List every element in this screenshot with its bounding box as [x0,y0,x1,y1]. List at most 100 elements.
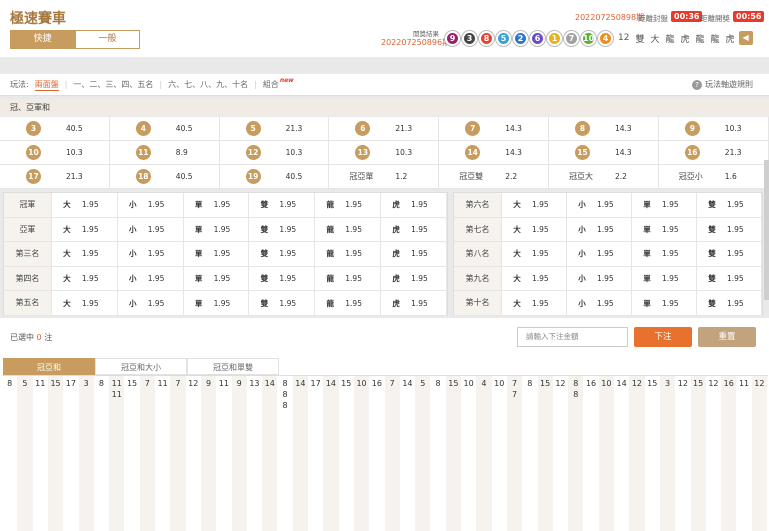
road-value: 11 [738,379,750,388]
road-column: 15 [47,376,64,531]
bet-name: 小 [128,224,137,234]
sum-cell[interactable]: 14 14.3 [439,141,549,165]
bet-odds: 1.95 [662,249,679,259]
bet-cell[interactable]: 大 1.95 [52,266,118,291]
bet-cell[interactable]: 小 1.95 [118,291,184,315]
bet-cell[interactable]: 單 1.95 [632,242,697,266]
bet-cell[interactable]: 雙 1.95 [249,217,316,242]
bet-cell[interactable]: 雙 1.95 [697,266,762,291]
mode-tab-normal[interactable]: 一般 [75,30,140,49]
sum-cell[interactable]: 12 10.3 [219,141,330,165]
sum-cell[interactable]: 8 14.3 [549,117,659,141]
bet-cell[interactable]: 小 1.95 [567,242,632,266]
bet-cell[interactable]: 龍 1.95 [315,242,382,266]
road-tab-size[interactable]: 冠亞和大小 [95,358,187,375]
bet-cell[interactable]: 單 1.95 [184,193,250,217]
sum-cell[interactable]: 4 40.5 [109,117,220,141]
bet-cell[interactable]: 大 1.95 [52,217,118,242]
bet-cell[interactable]: 雙 1.95 [697,242,762,266]
sum-cell[interactable]: 18 40.5 [109,165,220,189]
bet-cell[interactable]: 大 1.95 [502,193,567,217]
bet-cell[interactable]: 小 1.95 [567,193,632,217]
bet-odds: 1.95 [411,249,428,259]
scrollbar[interactable] [764,160,769,300]
sum-cell[interactable]: 冠亞單 1.2 [329,165,440,189]
bet-cell[interactable]: 小 1.95 [118,242,184,266]
road-value: 16 [371,379,382,388]
road-tab-sum[interactable]: 冠亞和 [3,358,95,375]
bet-cell[interactable]: 單 1.95 [184,217,250,242]
bet-odds: 1.95 [213,298,231,308]
sum-cell[interactable]: 5 21.3 [219,117,330,141]
bet-cell[interactable]: 雙 1.95 [249,193,316,217]
bet-cell[interactable]: 虎 1.95 [381,193,447,217]
bet-cell[interactable]: 大 1.95 [52,242,118,266]
sum-cell[interactable]: 13 10.3 [329,141,440,165]
bet-cell[interactable]: 虎 1.95 [381,242,447,266]
position-label: 第四名 [4,266,52,291]
rules-link[interactable]: ? 玩法軸遊規則 [692,79,753,90]
road-value: 15 [341,379,352,388]
bet-odds: 1.95 [279,224,297,234]
sum-cell[interactable]: 11 8.9 [109,141,220,165]
bet-cell[interactable]: 單 1.95 [632,217,697,242]
sum-odds: 21.3 [66,172,83,181]
bet-cell[interactable]: 雙 1.95 [697,217,762,242]
sum-cell[interactable]: 17 21.3 [0,165,110,189]
sum-cell[interactable]: 10 10.3 [0,141,110,165]
bet-cell[interactable]: 雙 1.95 [249,266,316,291]
bet-cell[interactable]: 小 1.95 [567,291,632,315]
mode-tab-quick[interactable]: 快捷 [10,30,75,49]
bet-cell[interactable]: 雙 1.95 [697,291,762,315]
bet-cell[interactable]: 龍 1.95 [315,193,382,217]
bet-cell[interactable]: 大 1.95 [52,193,118,217]
sum-cell[interactable]: 冠亞小 1.6 [658,165,769,189]
bet-cell[interactable]: 雙 1.95 [249,291,316,315]
bet-cell[interactable]: 虎 1.95 [381,291,447,315]
play-tab-two-sides[interactable]: 兩面盤 [34,79,59,91]
bet-cell[interactable]: 大 1.95 [502,291,567,315]
sum-cell[interactable]: 16 21.3 [658,141,769,165]
reset-button[interactable]: 重置 [698,327,756,347]
bet-cell[interactable]: 小 1.95 [118,266,184,291]
bet-cell[interactable]: 單 1.95 [632,266,697,291]
bet-cell[interactable]: 單 1.95 [184,242,250,266]
bet-cell[interactable]: 虎 1.95 [381,266,447,291]
bet-cell[interactable]: 單 1.95 [184,266,250,291]
play-tab-combo[interactable]: 組合new [263,77,294,90]
bet-cell[interactable]: 小 1.95 [118,217,184,242]
speaker-icon[interactable]: ◀ [738,31,753,45]
submit-button[interactable]: 下注 [634,327,692,347]
bet-cell[interactable]: 小 1.95 [118,193,184,217]
play-tab-first-five[interactable]: 一、二、三、四、五名 [73,79,153,90]
bet-cell[interactable]: 大 1.95 [502,242,567,266]
bet-cell[interactable]: 小 1.95 [567,217,632,242]
bet-name: 雙 [260,200,269,210]
bet-cell[interactable]: 龍 1.95 [315,266,382,291]
bet-cell[interactable]: 單 1.95 [184,291,250,315]
bet-odds: 1.95 [147,224,165,234]
sum-cell[interactable]: 19 40.5 [219,165,330,189]
bet-cell[interactable]: 單 1.95 [632,291,697,315]
sum-cell[interactable]: 15 14.3 [549,141,659,165]
bet-cell[interactable]: 雙 1.95 [697,193,762,217]
sum-cell[interactable]: 7 14.3 [439,117,549,141]
road-value: 11 [35,379,46,388]
bet-cell[interactable]: 小 1.95 [567,266,632,291]
play-tab-last-five[interactable]: 六、七、八、九、十名 [168,79,248,90]
amount-input[interactable]: 請輸入下注金額 [517,327,628,347]
bet-cell[interactable]: 虎 1.95 [381,217,447,242]
bet-cell[interactable]: 龍 1.95 [315,217,382,242]
bet-cell[interactable]: 龍 1.95 [315,291,382,315]
sum-cell[interactable]: 6 21.3 [329,117,440,141]
sum-cell[interactable]: 冠亞雙 2.2 [439,165,549,189]
sum-cell[interactable]: 9 10.3 [658,117,769,141]
bet-cell[interactable]: 單 1.95 [632,193,697,217]
bet-cell[interactable]: 大 1.95 [52,291,118,315]
road-tab-oddeven[interactable]: 冠亞和單雙 [187,358,279,375]
bet-cell[interactable]: 雙 1.95 [249,242,316,266]
sum-cell[interactable]: 3 40.5 [0,117,110,141]
bet-cell[interactable]: 大 1.95 [502,266,567,291]
bet-cell[interactable]: 大 1.95 [502,217,567,242]
sum-cell[interactable]: 冠亞大 2.2 [549,165,659,189]
